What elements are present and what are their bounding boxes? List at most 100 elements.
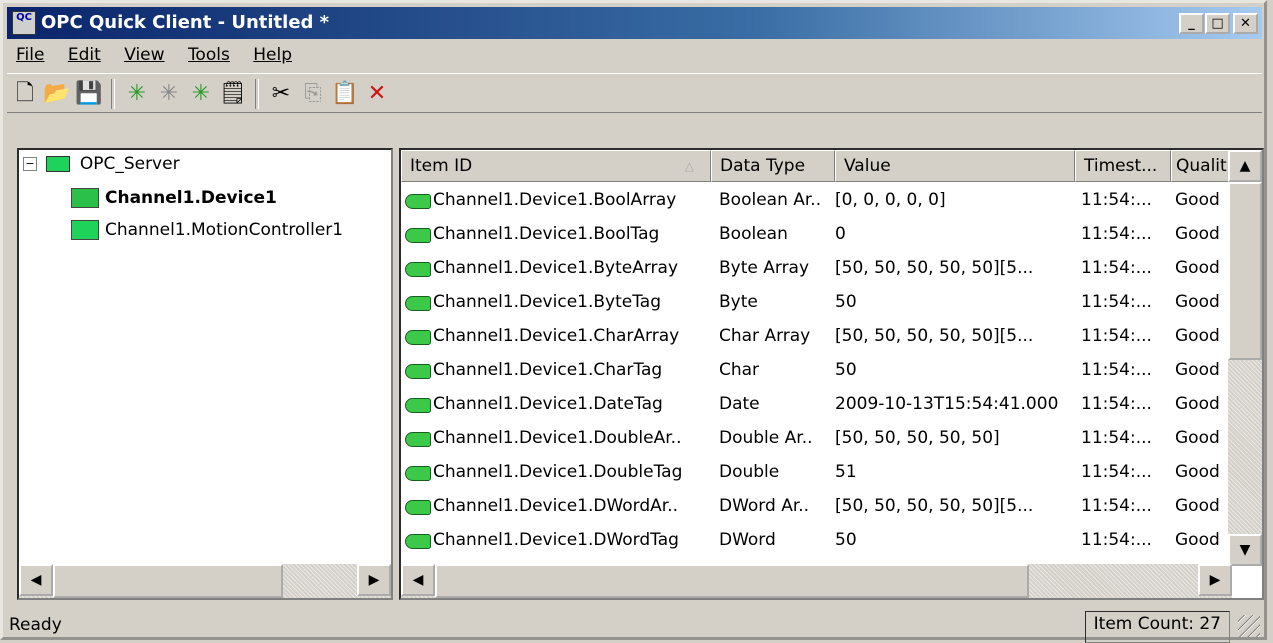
scroll-right-button[interactable]: ▶ [357,564,391,596]
table-row[interactable]: Channel1.Device1.DateTag Date 2009-10-13T1… [401,388,1231,422]
new-item-icon[interactable]: ✳ [187,80,215,108]
cell-data-type: Char [719,360,760,380]
resize-grip-icon[interactable] [1238,615,1260,637]
collapse-icon[interactable]: − [23,157,37,171]
scroll-down-button[interactable]: ▼ [1228,534,1262,566]
list-horizontal-scrollbar[interactable]: ◀ ▶ [401,564,1232,598]
cell-item-id: Channel1.Device1.DWordAr.. [433,496,679,516]
new-server-icon[interactable]: ✳ [123,80,151,108]
tag-icon [405,500,431,515]
tag-icon [405,262,431,277]
paste-icon[interactable]: 📋 [331,80,359,108]
cell-value: 50 [835,292,857,312]
cell-quality: Good [1175,530,1220,550]
cell-quality: Good [1175,258,1220,278]
folder-icon [71,220,99,240]
close-button[interactable]: ✕ [1233,13,1258,34]
cell-value: [50, 50, 50, 50, 50] [835,428,1000,448]
tag-icon [405,228,431,243]
scroll-thumb[interactable] [53,564,283,598]
table-row[interactable]: Channel1.Device1.BoolTag Boolean 0 11:54:..… [401,218,1231,252]
cell-item-id: Channel1.Device1.DoubleAr.. [433,428,682,448]
table-row[interactable]: Channel1.Device1.BoolArray Boolean Ar.. [0… [401,184,1231,218]
folder-open-icon [71,188,99,208]
tag-icon [405,330,431,345]
cell-timestamp: 11:54:... [1081,394,1152,414]
scroll-thumb[interactable] [435,564,1029,598]
cell-item-id: Channel1.Device1.ByteArray [433,258,679,278]
properties-icon[interactable]: 🗒 [219,80,247,108]
app-icon[interactable]: QC [12,11,36,35]
table-row[interactable]: Channel1.Device1.DoubleAr.. Double Ar.. [5… [401,422,1231,456]
table-row[interactable]: Channel1.Device1.DWordAr.. DWord Ar.. [50,… [401,490,1231,524]
tree-root-label: OPC_Server [79,154,180,174]
cell-timestamp: 11:54:... [1081,530,1152,550]
cut-icon[interactable]: ✂ [267,80,295,108]
table-row[interactable]: Channel1.Device1.ByteTag Byte 50 11:54:... G… [401,286,1231,320]
new-group-icon[interactable]: ✳ [155,80,183,108]
table-row[interactable]: Channel1.Device1.CharArray Char Array [50,… [401,320,1231,354]
cell-timestamp: 11:54:... [1081,258,1152,278]
tree-item-channel1-device1[interactable]: Channel1.Device1 [71,188,277,208]
menu-file[interactable]: File [7,41,53,69]
tag-icon [405,364,431,379]
tree-horizontal-scrollbar[interactable]: ◀ ▶ [19,564,391,598]
save-icon[interactable]: 💾 [75,80,103,108]
cell-quality: Good [1175,190,1220,210]
scroll-thumb[interactable] [1228,182,1262,360]
table-row[interactable]: Channel1.Device1.CharTag Char 50 11:54:... G… [401,354,1231,388]
menu-tools[interactable]: Tools [179,41,239,69]
new-icon[interactable]: 🗋 [11,80,39,108]
minimize-button[interactable]: _ [1179,13,1204,34]
scroll-up-button[interactable]: ▲ [1228,150,1262,182]
table-row[interactable]: Channel1.Device1.ByteArray Byte Array [50,… [401,252,1231,286]
tag-icon [405,398,431,413]
maximize-button[interactable]: □ [1205,13,1230,34]
tag-icon [405,296,431,311]
cell-item-id: Channel1.Device1.DoubleTag [433,462,683,482]
cell-data-type: Double Ar.. [719,428,813,448]
cell-quality: Good [1175,292,1220,312]
scroll-right-button[interactable]: ▶ [1198,564,1232,596]
server-icon [46,156,71,172]
cell-data-type: Byte Array [719,258,810,278]
copy-icon[interactable]: ⎘ [299,80,327,108]
title-bar[interactable]: QC OPC Quick Client - Untitled * _ □ ✕ [7,7,1262,39]
menu-view[interactable]: View [115,41,173,69]
toolbar: 🗋 📂 💾 ✳ ✳ ✳ 🗒 ✂ ⎘ 📋 ✕ [7,73,1262,113]
scroll-left-button[interactable]: ◀ [401,564,435,596]
item-list[interactable]: Item ID △ Data Type Value Timest... Quali… [399,148,1264,600]
tree-root-node[interactable]: − OPC_Server [23,154,180,174]
tag-icon [405,194,431,209]
window-title: OPC Quick Client - Untitled * [41,12,330,33]
cell-value: [0, 0, 0, 0, 0] [835,190,946,210]
cell-quality: Good [1175,394,1220,414]
menu-help[interactable]: Help [244,41,301,69]
toolbar-separator [111,79,115,109]
cell-data-type: Date [719,394,760,414]
cell-quality: Good [1175,224,1220,244]
menu-edit[interactable]: Edit [59,41,110,69]
column-header-data-type[interactable]: Data Type [711,150,835,182]
tag-icon [405,534,431,549]
column-header-quality[interactable]: Qualit [1171,150,1235,182]
cell-data-type: Byte [719,292,758,312]
cell-quality: Good [1175,496,1220,516]
open-icon[interactable]: 📂 [43,80,71,108]
cell-item-id: Channel1.Device1.DWordTag [433,530,679,550]
cell-item-id: Channel1.Device1.CharTag [433,360,663,380]
cell-item-id: Channel1.Device1.BoolArray [433,190,677,210]
cell-value: [50, 50, 50, 50, 50][5... [835,258,1034,278]
table-row[interactable]: Channel1.Device1.DoubleTag Double 51 11:54:… [401,456,1231,490]
column-header-timestamp[interactable]: Timest... [1075,150,1171,182]
delete-icon[interactable]: ✕ [363,80,391,108]
server-tree[interactable]: − OPC_Server Channel1.Device1 Channel1.M… [17,148,393,600]
scroll-left-button[interactable]: ◀ [19,564,53,596]
column-header-value[interactable]: Value [835,150,1075,182]
list-vertical-scrollbar[interactable]: ▲ ▼ [1228,150,1262,566]
column-header-item-id[interactable]: Item ID △ [401,150,711,182]
cell-item-id: Channel1.Device1.CharArray [433,326,680,346]
table-row[interactable]: Channel1.Device1.DWordTag DWord 50 11:54:..… [401,524,1231,558]
cell-value: 51 [835,462,857,482]
tree-item-channel1-motioncontroller1[interactable]: Channel1.MotionController1 [71,220,343,240]
